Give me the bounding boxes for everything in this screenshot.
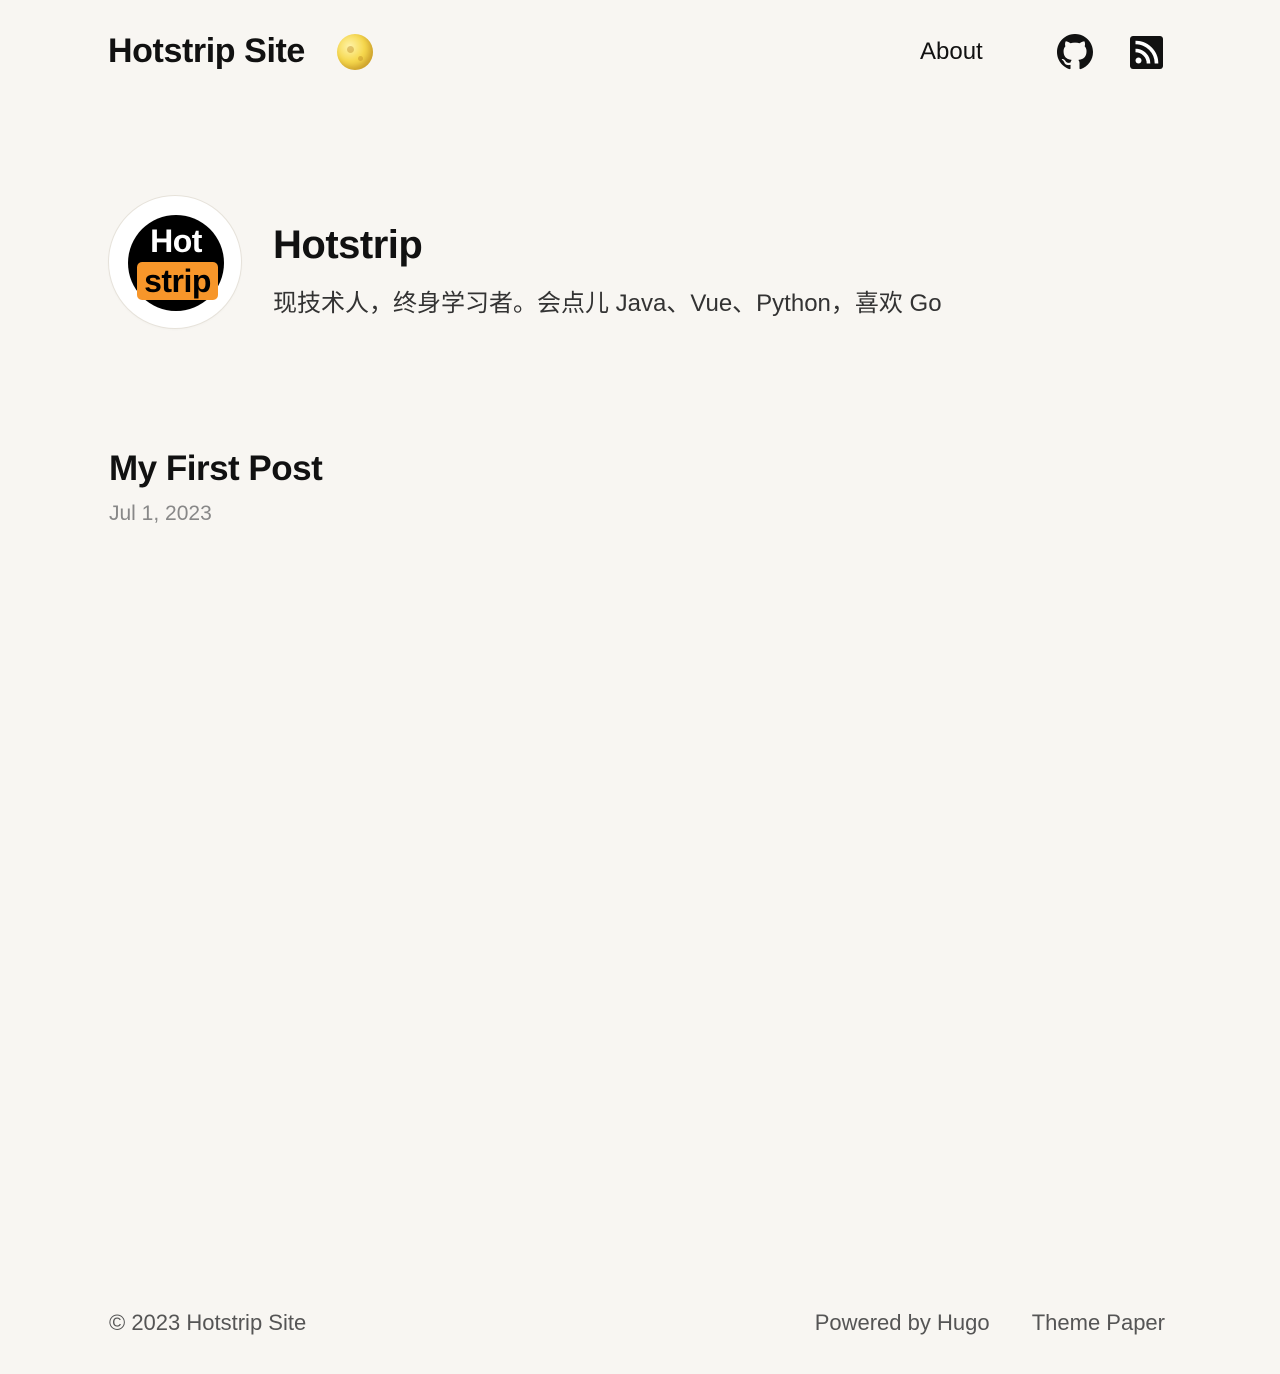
footer-copyright: © 2023 Hotstrip Site [109, 1310, 307, 1335]
profile-name: Hotstrip [273, 223, 423, 267]
rss-icon[interactable] [1129, 34, 1165, 70]
site-title-link[interactable]: Hotstrip Site [108, 32, 305, 71]
nav-link-about[interactable]: About [920, 38, 983, 66]
footer-link-theme[interactable]: Theme Paper [1032, 1310, 1165, 1335]
post-title-link[interactable]: My First Post [109, 448, 1165, 490]
avatar-logo: Hot strip [128, 215, 224, 311]
footer-links: Powered by Hugo Theme Paper [779, 1310, 1165, 1336]
post-entry: My First Post Jul 1, 2023 [109, 448, 1165, 526]
footer-link-hugo[interactable]: Powered by Hugo [815, 1310, 990, 1335]
github-icon[interactable] [1057, 34, 1093, 70]
post-date: Jul 1, 2023 [109, 502, 212, 525]
post-list: My First Post Jul 1, 2023 [109, 448, 1165, 526]
avatar-logo-top-text: Hot [150, 223, 202, 259]
site-footer: © 2023 Hotstrip Site Powered by Hugo The… [109, 1310, 1165, 1340]
profile-bio: 现技术人，终身学习者。会点儿 Java、Vue、Python，喜欢 Go [273, 290, 942, 317]
avatar-logo-bottom-text: strip [137, 262, 218, 300]
moon-icon[interactable] [337, 34, 373, 70]
profile-card: Hot strip Hotstrip 现技术人，终身学习者。会点儿 Java、V… [109, 196, 1165, 330]
avatar: Hot strip [109, 196, 241, 328]
site-header: Hotstrip Site About [108, 28, 1164, 76]
